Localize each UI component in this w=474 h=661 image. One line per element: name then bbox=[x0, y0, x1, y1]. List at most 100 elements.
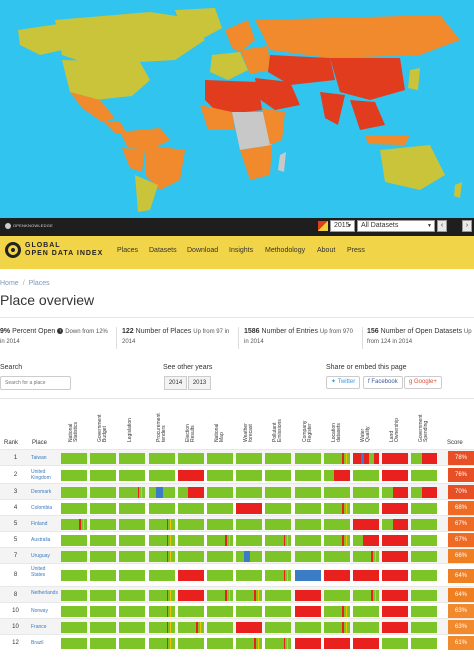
rank-header[interactable]: Rank bbox=[4, 440, 18, 446]
column-header[interactable]: Weather forecast bbox=[242, 404, 254, 442]
breadcrumb-home[interactable]: Home bbox=[0, 280, 19, 287]
dataset-score-bar[interactable] bbox=[294, 534, 321, 546]
column-header[interactable]: Government Spending bbox=[417, 404, 429, 442]
dataset-score-bar[interactable] bbox=[61, 550, 87, 562]
dataset-score-bar[interactable] bbox=[236, 469, 263, 481]
dataset-score-bar[interactable] bbox=[411, 518, 438, 530]
dataset-score-bar[interactable] bbox=[353, 589, 379, 601]
nav-datasets[interactable]: Datasets bbox=[149, 247, 177, 254]
year-2014-button[interactable]: 2014 bbox=[164, 376, 187, 390]
place-link[interactable]: Taiwan bbox=[31, 455, 59, 461]
column-header[interactable]: Water Quality bbox=[359, 404, 371, 442]
dataset-score-bar[interactable] bbox=[382, 621, 409, 633]
dataset-score-bar[interactable] bbox=[61, 486, 87, 498]
dataset-score-bar[interactable] bbox=[207, 518, 233, 530]
dataset-score-bar[interactable] bbox=[119, 518, 146, 530]
dataset-score-bar[interactable] bbox=[382, 570, 409, 581]
dataset-score-bar[interactable] bbox=[411, 621, 438, 633]
dataset-score-bar[interactable] bbox=[265, 570, 292, 581]
dataset-score-bar[interactable] bbox=[294, 486, 321, 498]
column-header[interactable]: Location datasets bbox=[330, 404, 342, 442]
dataset-score-bar[interactable] bbox=[177, 534, 204, 546]
dataset-score-bar[interactable] bbox=[61, 502, 87, 514]
dataset-score-bar[interactable] bbox=[148, 589, 175, 601]
dataset-score-bar[interactable] bbox=[382, 550, 409, 562]
dataset-score-bar[interactable] bbox=[382, 534, 409, 546]
dataset-score-bar[interactable] bbox=[90, 589, 117, 601]
nav-places[interactable]: Places bbox=[117, 247, 138, 254]
dataset-score-bar[interactable] bbox=[236, 550, 263, 562]
dataset-score-bar[interactable] bbox=[148, 570, 175, 581]
dataset-score-bar[interactable] bbox=[207, 534, 233, 546]
table-row[interactable]: 8 Netherlands 64% bbox=[0, 586, 474, 602]
dataset-score-bar[interactable] bbox=[148, 452, 175, 464]
site-logo-text[interactable]: GLOBAL OPEN DATA INDEX bbox=[25, 242, 103, 258]
nav-download[interactable]: Download bbox=[187, 247, 218, 254]
place-header[interactable]: Place bbox=[32, 440, 47, 446]
dataset-score-bar[interactable] bbox=[236, 589, 263, 601]
dataset-score-bar[interactable] bbox=[177, 589, 204, 601]
place-link[interactable]: United States bbox=[31, 566, 59, 578]
dataset-score-bar[interactable] bbox=[265, 518, 292, 530]
dataset-score-bar[interactable] bbox=[236, 534, 263, 546]
column-header[interactable]: Legislation bbox=[125, 404, 133, 442]
dataset-score-bar[interactable] bbox=[323, 589, 350, 601]
place-link[interactable]: Denmark bbox=[31, 489, 59, 495]
dataset-score-bar[interactable] bbox=[353, 518, 379, 530]
dataset-score-bar[interactable] bbox=[323, 570, 350, 581]
dataset-score-bar[interactable] bbox=[411, 452, 438, 464]
table-row[interactable]: 10 Norway 63% bbox=[0, 602, 474, 618]
dataset-score-bar[interactable] bbox=[90, 621, 117, 633]
dataset-score-bar[interactable] bbox=[323, 486, 350, 498]
column-header[interactable]: Government Budget bbox=[96, 404, 108, 442]
dataset-score-bar[interactable] bbox=[119, 605, 146, 617]
dataset-score-bar[interactable] bbox=[382, 452, 409, 464]
place-link[interactable]: Uruguay bbox=[31, 553, 59, 559]
table-row[interactable]: 1 Taiwan 78% bbox=[0, 449, 474, 465]
dataset-score-bar[interactable] bbox=[265, 621, 292, 633]
dataset-score-bar[interactable] bbox=[177, 452, 204, 464]
dataset-score-bar[interactable] bbox=[148, 534, 175, 546]
column-header[interactable]: Company Register bbox=[301, 404, 313, 442]
dataset-score-bar[interactable] bbox=[265, 550, 292, 562]
dataset-score-bar[interactable] bbox=[294, 518, 321, 530]
dataset-select[interactable]: All Datasets ▼ bbox=[357, 220, 435, 232]
dataset-score-bar[interactable] bbox=[236, 502, 263, 514]
help-icon[interactable]: ? bbox=[57, 328, 64, 335]
dataset-score-bar[interactable] bbox=[411, 486, 438, 498]
dataset-score-bar[interactable] bbox=[323, 605, 350, 617]
dataset-score-bar[interactable] bbox=[382, 486, 409, 498]
dataset-score-bar[interactable] bbox=[323, 637, 350, 649]
dataset-score-bar[interactable] bbox=[294, 452, 321, 464]
table-row[interactable]: 3 Denmark 70% bbox=[0, 483, 474, 499]
dataset-score-bar[interactable] bbox=[411, 589, 438, 601]
dataset-score-bar[interactable] bbox=[323, 469, 350, 481]
dataset-score-bar[interactable] bbox=[177, 550, 204, 562]
dataset-score-bar[interactable] bbox=[61, 637, 87, 649]
dataset-score-bar[interactable] bbox=[90, 452, 117, 464]
dataset-score-bar[interactable] bbox=[294, 570, 321, 581]
dataset-score-bar[interactable] bbox=[236, 452, 263, 464]
dataset-score-bar[interactable] bbox=[353, 637, 379, 649]
dataset-score-bar[interactable] bbox=[294, 502, 321, 514]
dataset-score-bar[interactable] bbox=[61, 518, 87, 530]
dataset-score-bar[interactable] bbox=[148, 605, 175, 617]
dataset-score-bar[interactable] bbox=[323, 534, 350, 546]
dataset-score-bar[interactable] bbox=[294, 550, 321, 562]
dataset-score-bar[interactable] bbox=[265, 452, 292, 464]
dataset-score-bar[interactable] bbox=[265, 534, 292, 546]
dataset-score-bar[interactable] bbox=[61, 452, 87, 464]
dataset-score-bar[interactable] bbox=[353, 534, 379, 546]
dataset-score-bar[interactable] bbox=[207, 452, 233, 464]
dataset-score-bar[interactable] bbox=[148, 469, 175, 481]
dataset-score-bar[interactable] bbox=[207, 570, 233, 581]
dataset-score-bar[interactable] bbox=[119, 534, 146, 546]
year-2013-button[interactable]: 2013 bbox=[188, 376, 211, 390]
place-link[interactable]: United Kingdom bbox=[31, 469, 59, 481]
dataset-score-bar[interactable] bbox=[119, 502, 146, 514]
dataset-score-bar[interactable] bbox=[382, 605, 409, 617]
dataset-score-bar[interactable] bbox=[294, 469, 321, 481]
dataset-score-bar[interactable] bbox=[353, 550, 379, 562]
place-link[interactable]: Finland bbox=[31, 521, 59, 527]
dataset-score-bar[interactable] bbox=[177, 605, 204, 617]
